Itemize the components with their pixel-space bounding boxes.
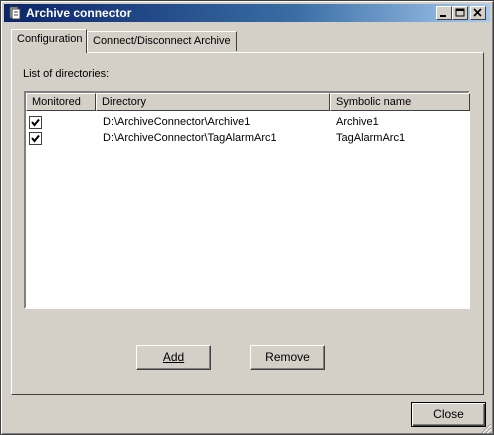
column-header-label: Symbolic name — [336, 96, 412, 108]
monitored-checkbox[interactable] — [29, 116, 42, 129]
close-button-label: Close — [433, 407, 464, 421]
tab-connect-disconnect-label: Connect/Disconnect Archive — [93, 35, 231, 47]
column-header-symbolic-name[interactable]: Symbolic name — [330, 93, 470, 111]
close-window-button[interactable] — [470, 6, 486, 20]
add-button[interactable]: Add — [136, 345, 211, 370]
directory-cell: D:\ArchiveConnector\Archive1 — [103, 116, 251, 128]
tab-configuration[interactable]: Configuration — [11, 29, 87, 53]
resize-grip-icon[interactable] — [480, 422, 492, 434]
column-header-monitored[interactable]: Monitored — [26, 93, 96, 111]
close-icon — [473, 8, 482, 17]
app-icon — [7, 5, 23, 21]
tab-connect-disconnect-archive[interactable]: Connect/Disconnect Archive — [87, 31, 237, 51]
checkmark-icon — [31, 134, 40, 143]
list-caption: List of directories: — [23, 68, 110, 80]
checkmark-icon — [31, 118, 40, 127]
window-title: Archive connector — [26, 6, 132, 20]
column-header-directory[interactable]: Directory — [96, 93, 330, 111]
directories-list[interactable]: Monitored Directory Symbolic name D:\Arc… — [24, 91, 470, 309]
close-button[interactable]: Close — [411, 402, 486, 427]
column-header-label: Directory — [102, 96, 147, 108]
tab-configuration-label: Configuration — [17, 33, 83, 45]
maximize-icon — [455, 8, 465, 17]
remove-button-label: Remove — [265, 350, 310, 364]
archive-connector-window: Archive connector Configuration Connect/… — [0, 0, 494, 435]
table-row[interactable]: D:\ArchiveConnector\TagAlarmArc1 TagAlar… — [26, 131, 468, 147]
minimize-icon — [440, 15, 446, 17]
minimize-button[interactable] — [436, 6, 452, 20]
table-row[interactable]: D:\ArchiveConnector\Archive1 Archive1 — [26, 115, 468, 131]
symbolic-name-cell: TagAlarmArc1 — [336, 132, 406, 144]
symbolic-name-cell: Archive1 — [336, 116, 379, 128]
add-button-label: Add — [162, 350, 185, 364]
title-bar[interactable]: Archive connector — [4, 4, 490, 22]
remove-button[interactable]: Remove — [250, 345, 325, 370]
maximize-button[interactable] — [452, 6, 468, 20]
directory-cell: D:\ArchiveConnector\TagAlarmArc1 — [103, 132, 277, 144]
monitored-checkbox[interactable] — [29, 132, 42, 145]
column-header-label: Monitored — [32, 96, 81, 108]
